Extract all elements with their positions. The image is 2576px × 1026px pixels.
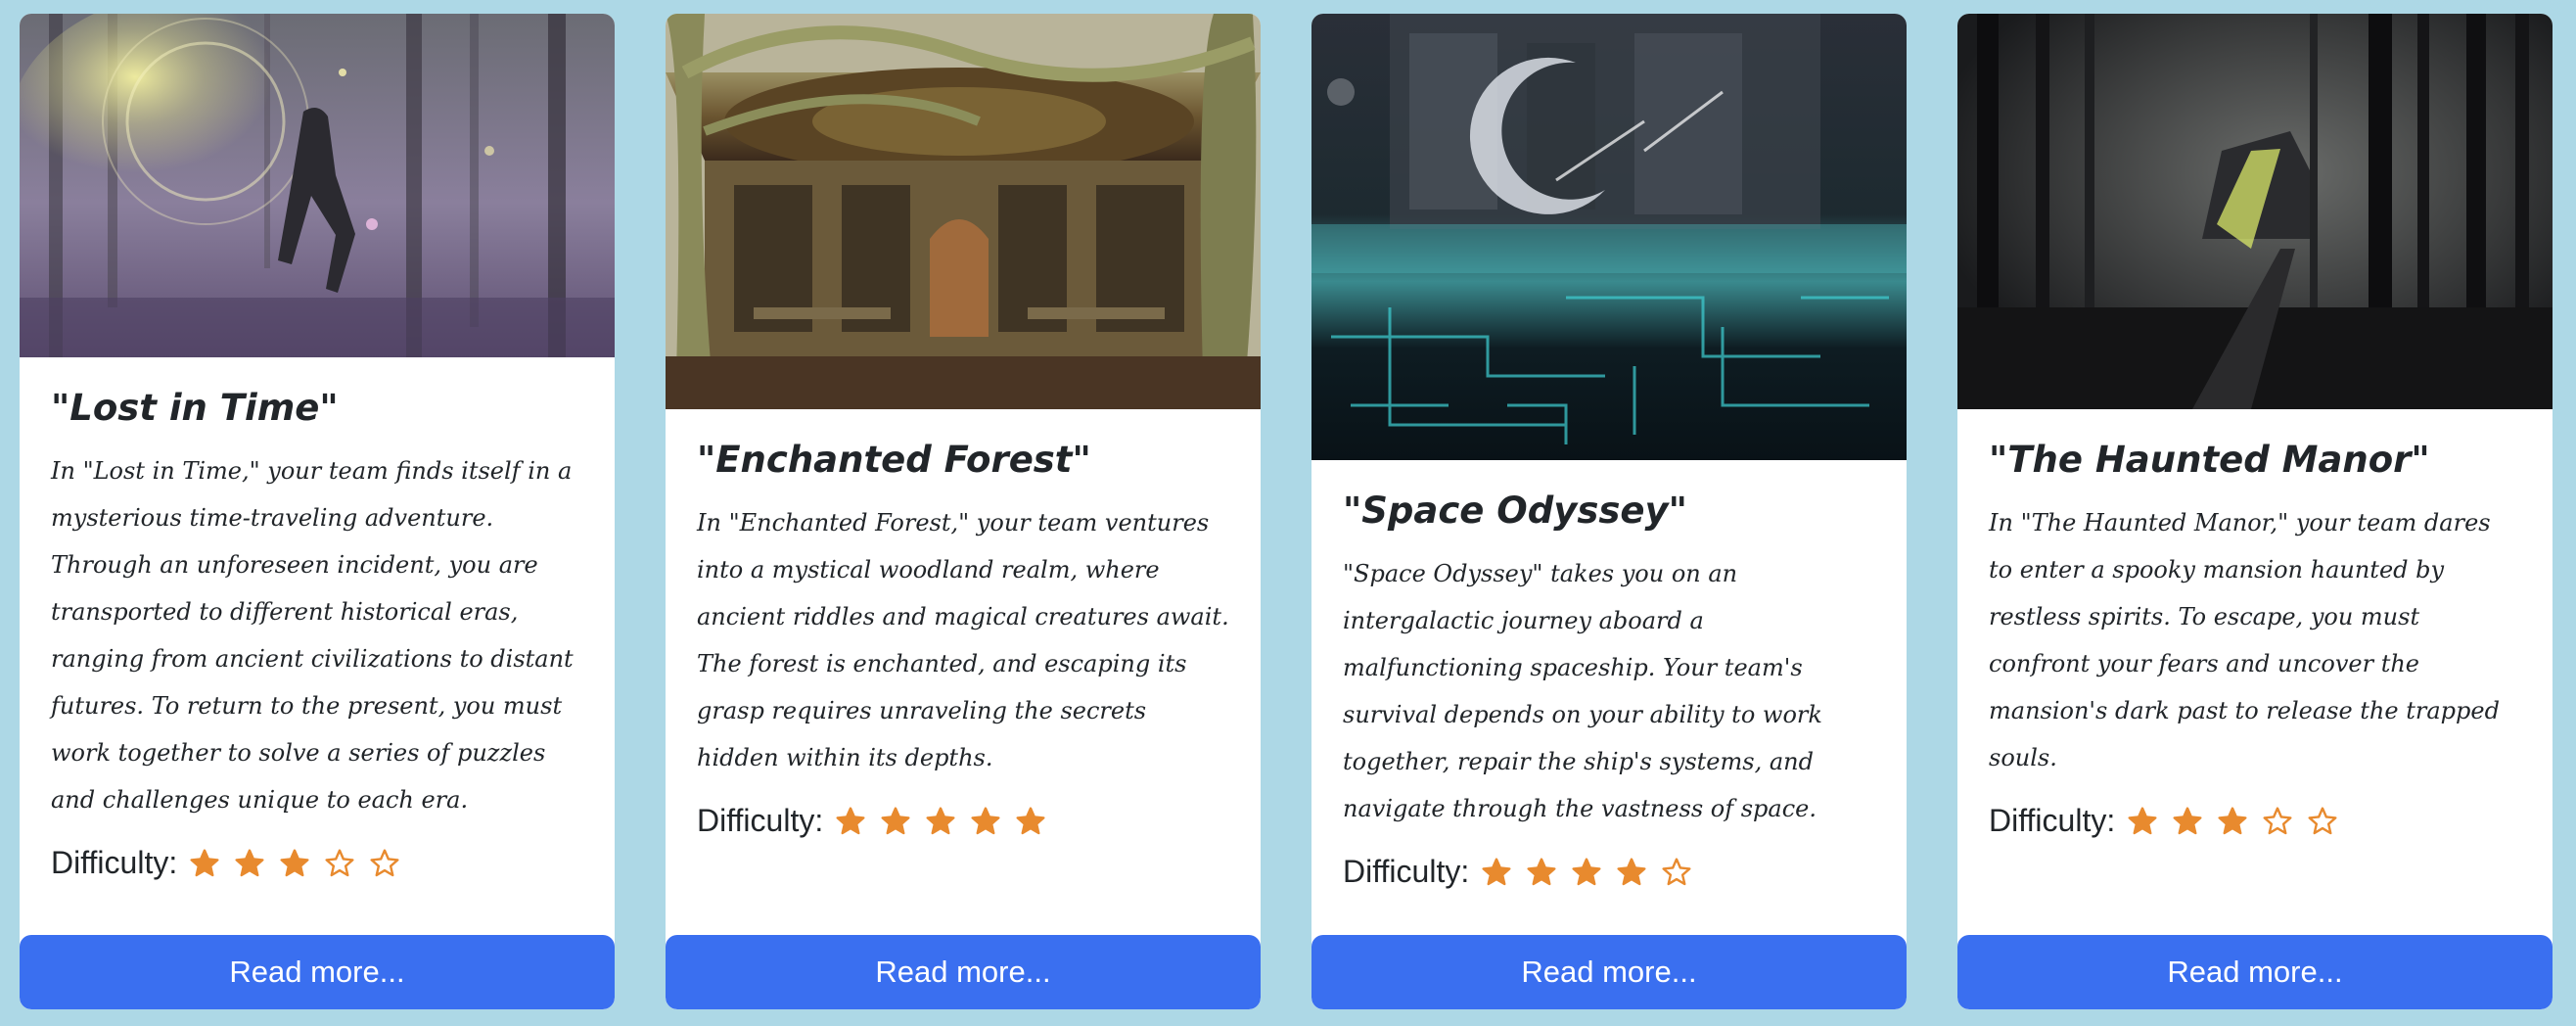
star-filled-icon — [2173, 807, 2202, 835]
difficulty-label: Difficulty: — [697, 803, 824, 839]
difficulty-stars — [2127, 806, 2338, 837]
star-filled-icon — [836, 807, 865, 835]
room-card-lost-in-time: "Lost in Time" In "Lost in Time," your t… — [20, 14, 615, 1009]
lost-in-time-image — [20, 14, 615, 357]
card-title: "Enchanted Forest" — [697, 439, 1091, 481]
difficulty-label: Difficulty: — [51, 845, 178, 881]
space-odyssey-image — [1311, 14, 1907, 460]
read-more-button[interactable]: Read more... — [20, 935, 615, 1009]
star-filled-icon — [2128, 807, 2157, 835]
difficulty-stars — [835, 806, 1046, 837]
haunted-manor-image — [1957, 14, 2553, 409]
difficulty-rating: Difficulty: — [1343, 854, 1875, 890]
star-filled-icon — [2218, 807, 2247, 835]
star-filled-icon — [235, 849, 264, 877]
read-more-button[interactable]: Read more... — [1311, 935, 1907, 1009]
star-filled-icon — [280, 849, 309, 877]
enchanted-forest-image — [666, 14, 1261, 409]
star-outline-icon — [370, 849, 399, 877]
room-card-haunted-manor: "The Haunted Manor" In "The Haunted Mano… — [1957, 14, 2553, 1009]
room-card-list: "Lost in Time" In "Lost in Time," your t… — [0, 0, 2576, 1026]
star-filled-icon — [1482, 858, 1511, 886]
card-description: In "Lost in Time," your team finds itsel… — [51, 457, 574, 815]
star-filled-icon — [1617, 858, 1646, 886]
difficulty-rating: Difficulty: — [1989, 803, 2521, 839]
difficulty-label: Difficulty: — [1989, 803, 2116, 839]
room-card-enchanted-forest: "Enchanted Forest" In "Enchanted Forest,… — [666, 14, 1261, 1009]
card-title: "Space Odyssey" — [1343, 490, 1687, 532]
card-description: In "Enchanted Forest," your team venture… — [697, 509, 1229, 772]
difficulty-stars — [1481, 857, 1692, 888]
star-filled-icon — [1572, 858, 1601, 886]
star-outline-icon — [325, 849, 354, 877]
card-title: "The Haunted Manor" — [1989, 439, 2430, 481]
star-outline-icon — [1662, 858, 1691, 886]
difficulty-rating: Difficulty: — [51, 845, 583, 881]
star-outline-icon — [2263, 807, 2292, 835]
star-outline-icon — [2308, 807, 2337, 835]
star-filled-icon — [881, 807, 910, 835]
star-filled-icon — [926, 807, 955, 835]
difficulty-label: Difficulty: — [1343, 854, 1470, 890]
star-filled-icon — [1016, 807, 1045, 835]
card-title: "Lost in Time" — [51, 387, 339, 429]
room-card-space-odyssey: "Space Odyssey" "Space Odyssey" takes yo… — [1311, 14, 1907, 1009]
read-more-button[interactable]: Read more... — [666, 935, 1261, 1009]
card-description: In "The Haunted Manor," your team dares … — [1989, 509, 2500, 772]
difficulty-rating: Difficulty: — [697, 803, 1229, 839]
star-filled-icon — [190, 849, 219, 877]
star-filled-icon — [971, 807, 1000, 835]
card-description: "Space Odyssey" takes you on an intergal… — [1343, 560, 1822, 823]
difficulty-stars — [189, 848, 400, 879]
star-filled-icon — [1527, 858, 1556, 886]
read-more-button[interactable]: Read more... — [1957, 935, 2553, 1009]
